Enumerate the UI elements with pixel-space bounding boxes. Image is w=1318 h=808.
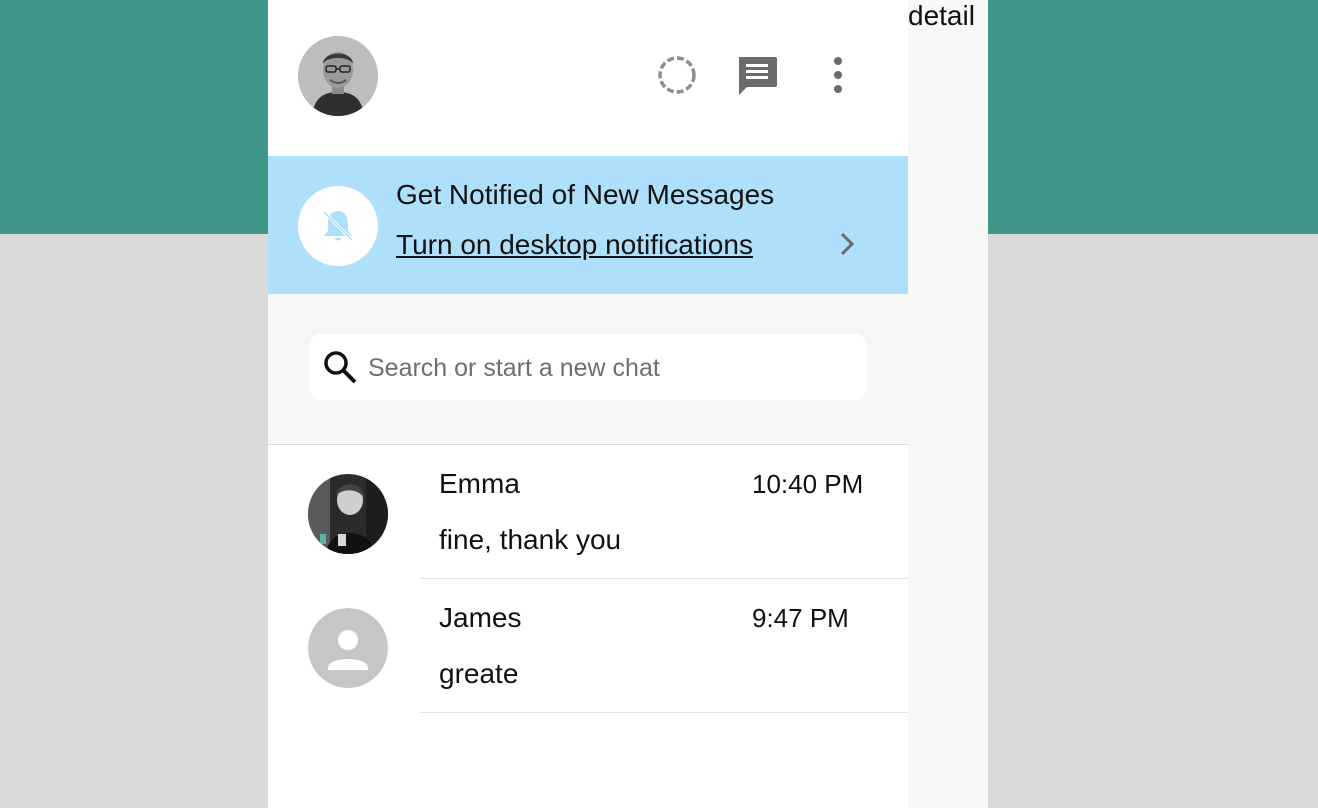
chat-time: 9:47 PM — [752, 603, 849, 633]
search-area — [268, 294, 908, 445]
chat-last-message: fine, thank you — [439, 524, 622, 555]
search-input[interactable] — [366, 346, 850, 390]
chat-list: Emma 10:40 PM fine, thank you James 9:47… — [268, 445, 908, 713]
bell-off-icon — [298, 186, 378, 266]
sidebar: Get Notified of New Messages Turn on des… — [268, 0, 908, 808]
notification-banner[interactable]: Get Notified of New Messages Turn on des… — [268, 156, 908, 294]
chat-time: 10:40 PM — [752, 469, 864, 499]
notification-title: Get Notified of New Messages — [396, 179, 775, 210]
chevron-right-icon[interactable] — [838, 230, 856, 263]
enable-notifications-link[interactable]: Turn on desktop notifications — [396, 228, 753, 262]
chat-item-james[interactable]: James 9:47 PM greate — [268, 579, 908, 713]
chat-item-emma[interactable]: Emma 10:40 PM fine, thank you — [268, 445, 908, 579]
sidebar-header — [268, 0, 908, 156]
avatar — [308, 474, 388, 554]
new-chat-icon[interactable] — [736, 54, 778, 96]
detail-panel: detail — [908, 0, 988, 808]
user-avatar[interactable] — [298, 36, 378, 116]
status-ring-icon[interactable] — [656, 54, 698, 96]
search-icon — [322, 349, 358, 390]
default-person-icon — [308, 608, 388, 688]
divider — [420, 712, 908, 713]
search-box[interactable] — [310, 334, 866, 400]
chat-name: James — [439, 602, 522, 633]
chat-name: Emma — [439, 468, 520, 499]
menu-icon[interactable] — [817, 54, 859, 96]
detail-label: detail — [908, 0, 975, 31]
chat-last-message: greate — [439, 658, 519, 689]
app-window: Get Notified of New Messages Turn on des… — [268, 0, 988, 808]
